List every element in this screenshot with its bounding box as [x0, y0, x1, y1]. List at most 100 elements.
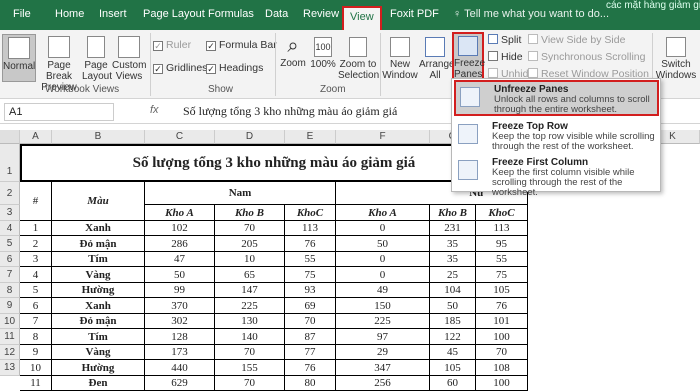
- header-hash-cell[interactable]: #: [20, 182, 52, 221]
- quantity-cell[interactable]: 205: [215, 236, 285, 252]
- index-cell[interactable]: 3: [20, 252, 52, 267]
- header-color-cell[interactable]: Màu: [52, 182, 145, 221]
- split-button[interactable]: Split: [488, 34, 521, 46]
- column-header-e[interactable]: E: [285, 130, 336, 144]
- gridlines-checkbox[interactable]: ✓ Gridlines: [153, 62, 207, 74]
- quantity-cell[interactable]: 147: [215, 283, 285, 298]
- quantity-cell[interactable]: 75: [476, 267, 528, 283]
- quantity-cell[interactable]: 76: [285, 360, 336, 376]
- view-side-by-side-button[interactable]: View Side by Side: [528, 34, 625, 46]
- switch-windows-button[interactable]: Switch Windows: [655, 34, 697, 81]
- row-header-10[interactable]: 10: [0, 314, 20, 329]
- quantity-cell[interactable]: 629: [145, 376, 215, 391]
- color-name-cell[interactable]: Xanh: [52, 221, 145, 236]
- quantity-cell[interactable]: 99: [145, 283, 215, 298]
- color-name-cell[interactable]: Hường: [52, 360, 145, 376]
- zoom-to-selection-button[interactable]: Zoom to Selection: [338, 34, 379, 81]
- quantity-cell[interactable]: 80: [285, 376, 336, 391]
- quantity-cell[interactable]: 50: [430, 298, 476, 314]
- zoom-100-button[interactable]: 100 100%: [309, 34, 337, 70]
- quantity-cell[interactable]: 70: [215, 345, 285, 360]
- quantity-cell[interactable]: 70: [215, 221, 285, 236]
- quantity-cell[interactable]: 76: [476, 298, 528, 314]
- color-name-cell[interactable]: Hường: [52, 283, 145, 298]
- color-name-cell[interactable]: Đỏ mận: [52, 236, 145, 252]
- row-header-3[interactable]: 3: [0, 205, 20, 221]
- freeze-top-row-item[interactable]: Freeze Top Row Keep the top row visible …: [454, 119, 659, 155]
- arrange-all-button[interactable]: Arrange All: [419, 34, 455, 81]
- row-header-5[interactable]: 5: [0, 236, 20, 252]
- subheader-cell[interactable]: Kho B: [430, 205, 476, 221]
- color-name-cell[interactable]: Vàng: [52, 267, 145, 283]
- headings-checkbox[interactable]: ✓ Headings: [206, 62, 263, 74]
- fx-icon[interactable]: fx: [150, 104, 159, 116]
- index-cell[interactable]: 4: [20, 267, 52, 283]
- quantity-cell[interactable]: 60: [430, 376, 476, 391]
- quantity-cell[interactable]: 35: [430, 236, 476, 252]
- tab-home[interactable]: Home: [55, 8, 84, 20]
- quantity-cell[interactable]: 10: [215, 252, 285, 267]
- quantity-cell[interactable]: 140: [215, 329, 285, 345]
- quantity-cell[interactable]: 70: [215, 376, 285, 391]
- quantity-cell[interactable]: 100: [476, 329, 528, 345]
- quantity-cell[interactable]: 45: [430, 345, 476, 360]
- quantity-cell[interactable]: 77: [285, 345, 336, 360]
- synchronous-scrolling-button[interactable]: Synchronous Scrolling: [528, 51, 645, 63]
- tab-formulas[interactable]: Formulas: [208, 8, 254, 20]
- quantity-cell[interactable]: 0: [336, 267, 430, 283]
- color-name-cell[interactable]: Xanh: [52, 298, 145, 314]
- column-header-b[interactable]: B: [52, 130, 145, 144]
- quantity-cell[interactable]: 155: [215, 360, 285, 376]
- quantity-cell[interactable]: 185: [430, 314, 476, 329]
- subheader-cell[interactable]: Kho A: [336, 205, 430, 221]
- quantity-cell[interactable]: 105: [476, 283, 528, 298]
- quantity-cell[interactable]: 102: [145, 221, 215, 236]
- subheader-cell[interactable]: KhoC: [476, 205, 528, 221]
- freeze-panes-button[interactable]: Freeze Panes: [452, 32, 485, 82]
- row-header-2[interactable]: 2: [0, 182, 20, 205]
- quantity-cell[interactable]: 130: [215, 314, 285, 329]
- quantity-cell[interactable]: 50: [145, 267, 215, 283]
- index-cell[interactable]: 2: [20, 236, 52, 252]
- quantity-cell[interactable]: 440: [145, 360, 215, 376]
- quantity-cell[interactable]: 47: [145, 252, 215, 267]
- tab-data[interactable]: Data: [265, 8, 288, 20]
- quantity-cell[interactable]: 225: [336, 314, 430, 329]
- tab-review[interactable]: Review: [303, 8, 339, 20]
- color-name-cell[interactable]: Đỏ mận: [52, 314, 145, 329]
- select-all-corner[interactable]: [0, 130, 20, 144]
- normal-view-button[interactable]: Normal: [2, 34, 36, 82]
- column-header-a[interactable]: A: [20, 130, 52, 144]
- zoom-button[interactable]: ⌕ Zoom: [279, 34, 307, 69]
- quantity-cell[interactable]: 49: [336, 283, 430, 298]
- subheader-cell[interactable]: Kho B: [215, 205, 285, 221]
- quantity-cell[interactable]: 128: [145, 329, 215, 345]
- custom-views-button[interactable]: Custom Views: [112, 34, 146, 82]
- column-header-c[interactable]: C: [145, 130, 215, 144]
- quantity-cell[interactable]: 35: [430, 252, 476, 267]
- subheader-cell[interactable]: KhoC: [285, 205, 336, 221]
- color-name-cell[interactable]: Đen: [52, 376, 145, 391]
- row-header-13[interactable]: 13: [0, 360, 20, 376]
- header-nam-cell[interactable]: Nam: [145, 182, 336, 205]
- quantity-cell[interactable]: 113: [285, 221, 336, 236]
- hide-button[interactable]: Hide: [488, 51, 523, 63]
- tab-page-layout[interactable]: Page Layout: [143, 8, 205, 20]
- row-header-6[interactable]: 6: [0, 252, 20, 267]
- quantity-cell[interactable]: 87: [285, 329, 336, 345]
- tab-insert[interactable]: Insert: [99, 8, 127, 20]
- quantity-cell[interactable]: 302: [145, 314, 215, 329]
- quantity-cell[interactable]: 29: [336, 345, 430, 360]
- index-cell[interactable]: 9: [20, 345, 52, 360]
- index-cell[interactable]: 5: [20, 283, 52, 298]
- index-cell[interactable]: 6: [20, 298, 52, 314]
- index-cell[interactable]: 8: [20, 329, 52, 345]
- row-header-12[interactable]: 12: [0, 345, 20, 360]
- tell-me-box[interactable]: ♀ Tell me what you want to do...: [453, 8, 609, 20]
- quantity-cell[interactable]: 225: [215, 298, 285, 314]
- row-header-8[interactable]: 8: [0, 283, 20, 298]
- quantity-cell[interactable]: 173: [145, 345, 215, 360]
- row-header-4[interactable]: 4: [0, 221, 20, 236]
- row-header-7[interactable]: 7: [0, 267, 20, 283]
- subheader-cell[interactable]: Kho A: [145, 205, 215, 221]
